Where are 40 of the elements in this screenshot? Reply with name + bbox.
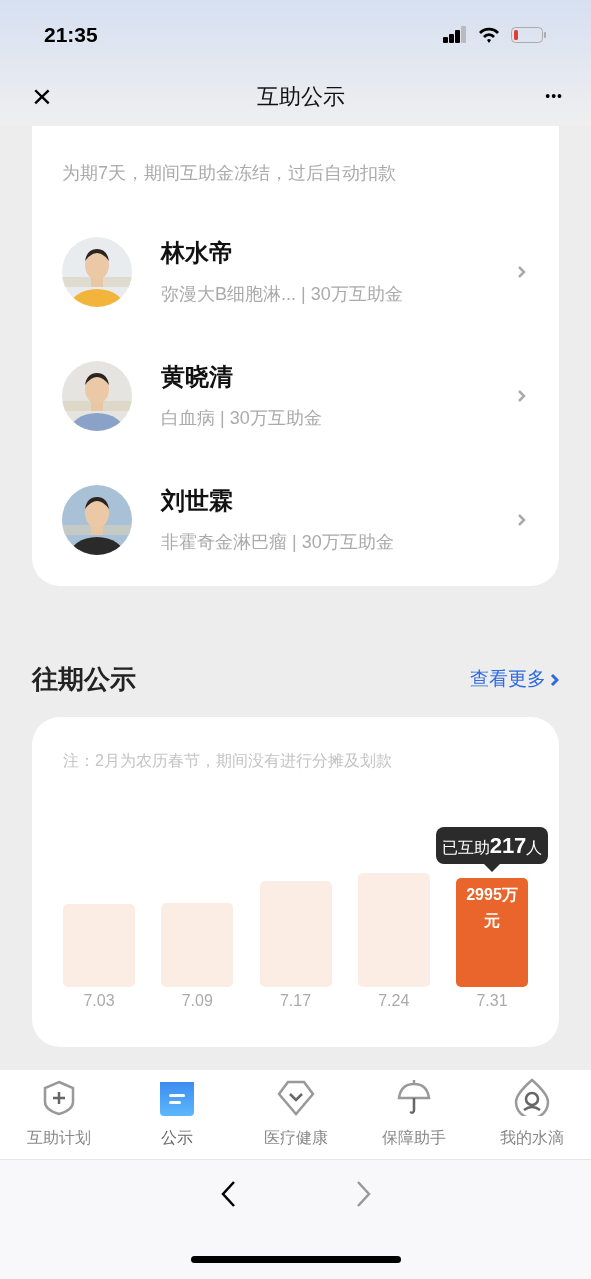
tab[interactable]: 保障助手 <box>354 1079 473 1150</box>
tooltip: 已互助217人 <box>435 827 549 864</box>
tab[interactable]: 互助计划 <box>0 1079 119 1150</box>
bar-label: 7.03 <box>83 991 115 1011</box>
diamond-check-icon <box>276 1079 315 1116</box>
member-name: 刘世霖 <box>161 486 234 516</box>
note-text: 注：2月为农历春节，期间没有进行分摊及划款 <box>63 751 393 771</box>
notice-icon <box>160 1081 195 1116</box>
bar-label: 7.24 <box>378 991 410 1011</box>
member-detail: 弥漫大B细胞淋... | 30万互助金 <box>161 283 404 306</box>
more-link[interactable]: 查看更多 <box>470 665 559 694</box>
section-title: 往期公示 <box>32 663 136 696</box>
member-detail: 非霍奇金淋巴瘤 | 30万互助金 <box>161 531 395 554</box>
time: 21:35 <box>44 22 98 49</box>
tab[interactable]: 医疗健康 <box>236 1079 355 1150</box>
wifi-icon <box>477 26 501 44</box>
battery-icon <box>511 26 547 44</box>
chevron-right-icon[interactable] <box>517 512 527 527</box>
bar-label: 7.17 <box>279 991 312 1011</box>
member-name: 黄晓清 <box>161 362 234 392</box>
chevron-right-icon <box>550 672 559 687</box>
shield-plus-icon <box>42 1079 77 1116</box>
note-text: 为期7天，期间互助金冻结，过后自动扣款 <box>62 162 397 185</box>
tab[interactable]: 我的水滴 <box>472 1079 591 1150</box>
bar-value: 2995万元 <box>465 885 519 931</box>
tab[interactable]: 公示 <box>118 1079 237 1150</box>
chevron-right-icon[interactable] <box>517 264 527 279</box>
bar-label: 7.09 <box>181 991 213 1011</box>
more-button[interactable]: ••• <box>545 85 563 107</box>
tooltip-pointer <box>484 864 500 872</box>
member-name: 林水帝 <box>161 238 234 268</box>
umbrella-icon <box>395 1077 432 1116</box>
chart-bar[interactable]: 2995万元 <box>456 878 528 987</box>
member-detail: 白血病 | 30万互助金 <box>161 407 323 430</box>
close-button[interactable]: × <box>28 79 56 113</box>
bar-label: 7.31 <box>476 991 508 1011</box>
drop-person-icon <box>513 1077 550 1116</box>
chevron-right-icon[interactable] <box>517 388 527 403</box>
page-title: 互助公示 <box>256 82 345 111</box>
signal-icon <box>443 26 467 44</box>
